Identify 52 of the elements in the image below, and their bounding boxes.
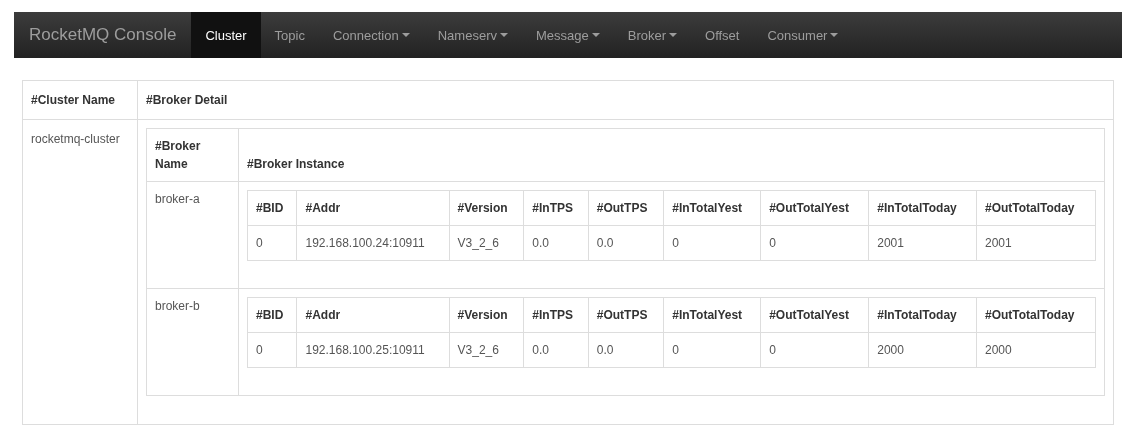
table-cell: rocketmq-cluster [22, 119, 138, 425]
table-cell: 2001 [868, 225, 977, 261]
header-cell: #BID [247, 190, 297, 226]
nav-tab[interactable]: Nameserv [423, 12, 522, 58]
nav-tab[interactable]: Offset [691, 12, 754, 58]
nav-tab[interactable]: Connection [318, 12, 424, 58]
nav-tab[interactable]: Consumer [753, 12, 853, 58]
header-cell: #InTotalYest [663, 190, 761, 226]
table-cell: V3_2_6 [449, 225, 524, 261]
table-cell: 2000 [976, 332, 1096, 368]
table-cell: 0 [760, 225, 869, 261]
header-cell: #BID [247, 297, 297, 333]
header-cell: #InTotalYest [663, 297, 761, 333]
table-cell: 0 [663, 225, 761, 261]
table-cell: 2001 [976, 225, 1096, 261]
header-cell: #Broker Detail [137, 80, 1114, 120]
header-cell: #OutTotalToday [976, 190, 1096, 226]
header-cell: #InTPS [523, 190, 589, 226]
header-cell: #OutTPS [588, 190, 664, 226]
table-cell: 0 [247, 225, 297, 261]
header-cell: #Addr [297, 297, 450, 333]
nav-tab[interactable]: Broker [613, 12, 691, 58]
table-cell: 0 [760, 332, 869, 368]
table-cell: V3_2_6 [449, 332, 524, 368]
header-cell: #OutTPS [588, 297, 664, 333]
brand-link[interactable]: RocketMQ Console [14, 12, 192, 58]
table-cell: 0.0 [588, 332, 664, 368]
table-cell: 0.0 [523, 225, 589, 261]
header-cell: #OutTotalYest [760, 297, 869, 333]
table-cell: 2000 [868, 332, 977, 368]
header-cell: #Addr [297, 190, 450, 226]
header-cell: #OutTotalYest [760, 190, 869, 226]
table-cell: broker-b [146, 288, 239, 396]
table-cell: 192.168.100.24:10911 [297, 225, 450, 261]
table-cell: 0.0 [588, 225, 664, 261]
header-cell: #OutTotalToday [976, 297, 1096, 333]
table-cell: broker-a [146, 181, 239, 289]
table-cell: 0 [247, 332, 297, 368]
header-cell: #Version [449, 297, 524, 333]
nav-tab[interactable]: Message [521, 12, 614, 58]
header-cell: #InTotalToday [868, 297, 977, 333]
header-cell: #Version [449, 190, 524, 226]
nav-tab[interactable]: Cluster [191, 12, 261, 58]
table-cell: 0.0 [523, 332, 589, 368]
table-cell: 0 [663, 332, 761, 368]
header-cell: #InTotalToday [868, 190, 977, 226]
header-cell: #Broker Instance [238, 128, 1105, 182]
header-cell: #Cluster Name [22, 80, 138, 120]
header-cell: #Broker Name [146, 128, 239, 182]
header-cell: #InTPS [523, 297, 589, 333]
nav-tab[interactable]: Topic [260, 12, 319, 58]
table-cell: 192.168.100.25:10911 [297, 332, 450, 368]
